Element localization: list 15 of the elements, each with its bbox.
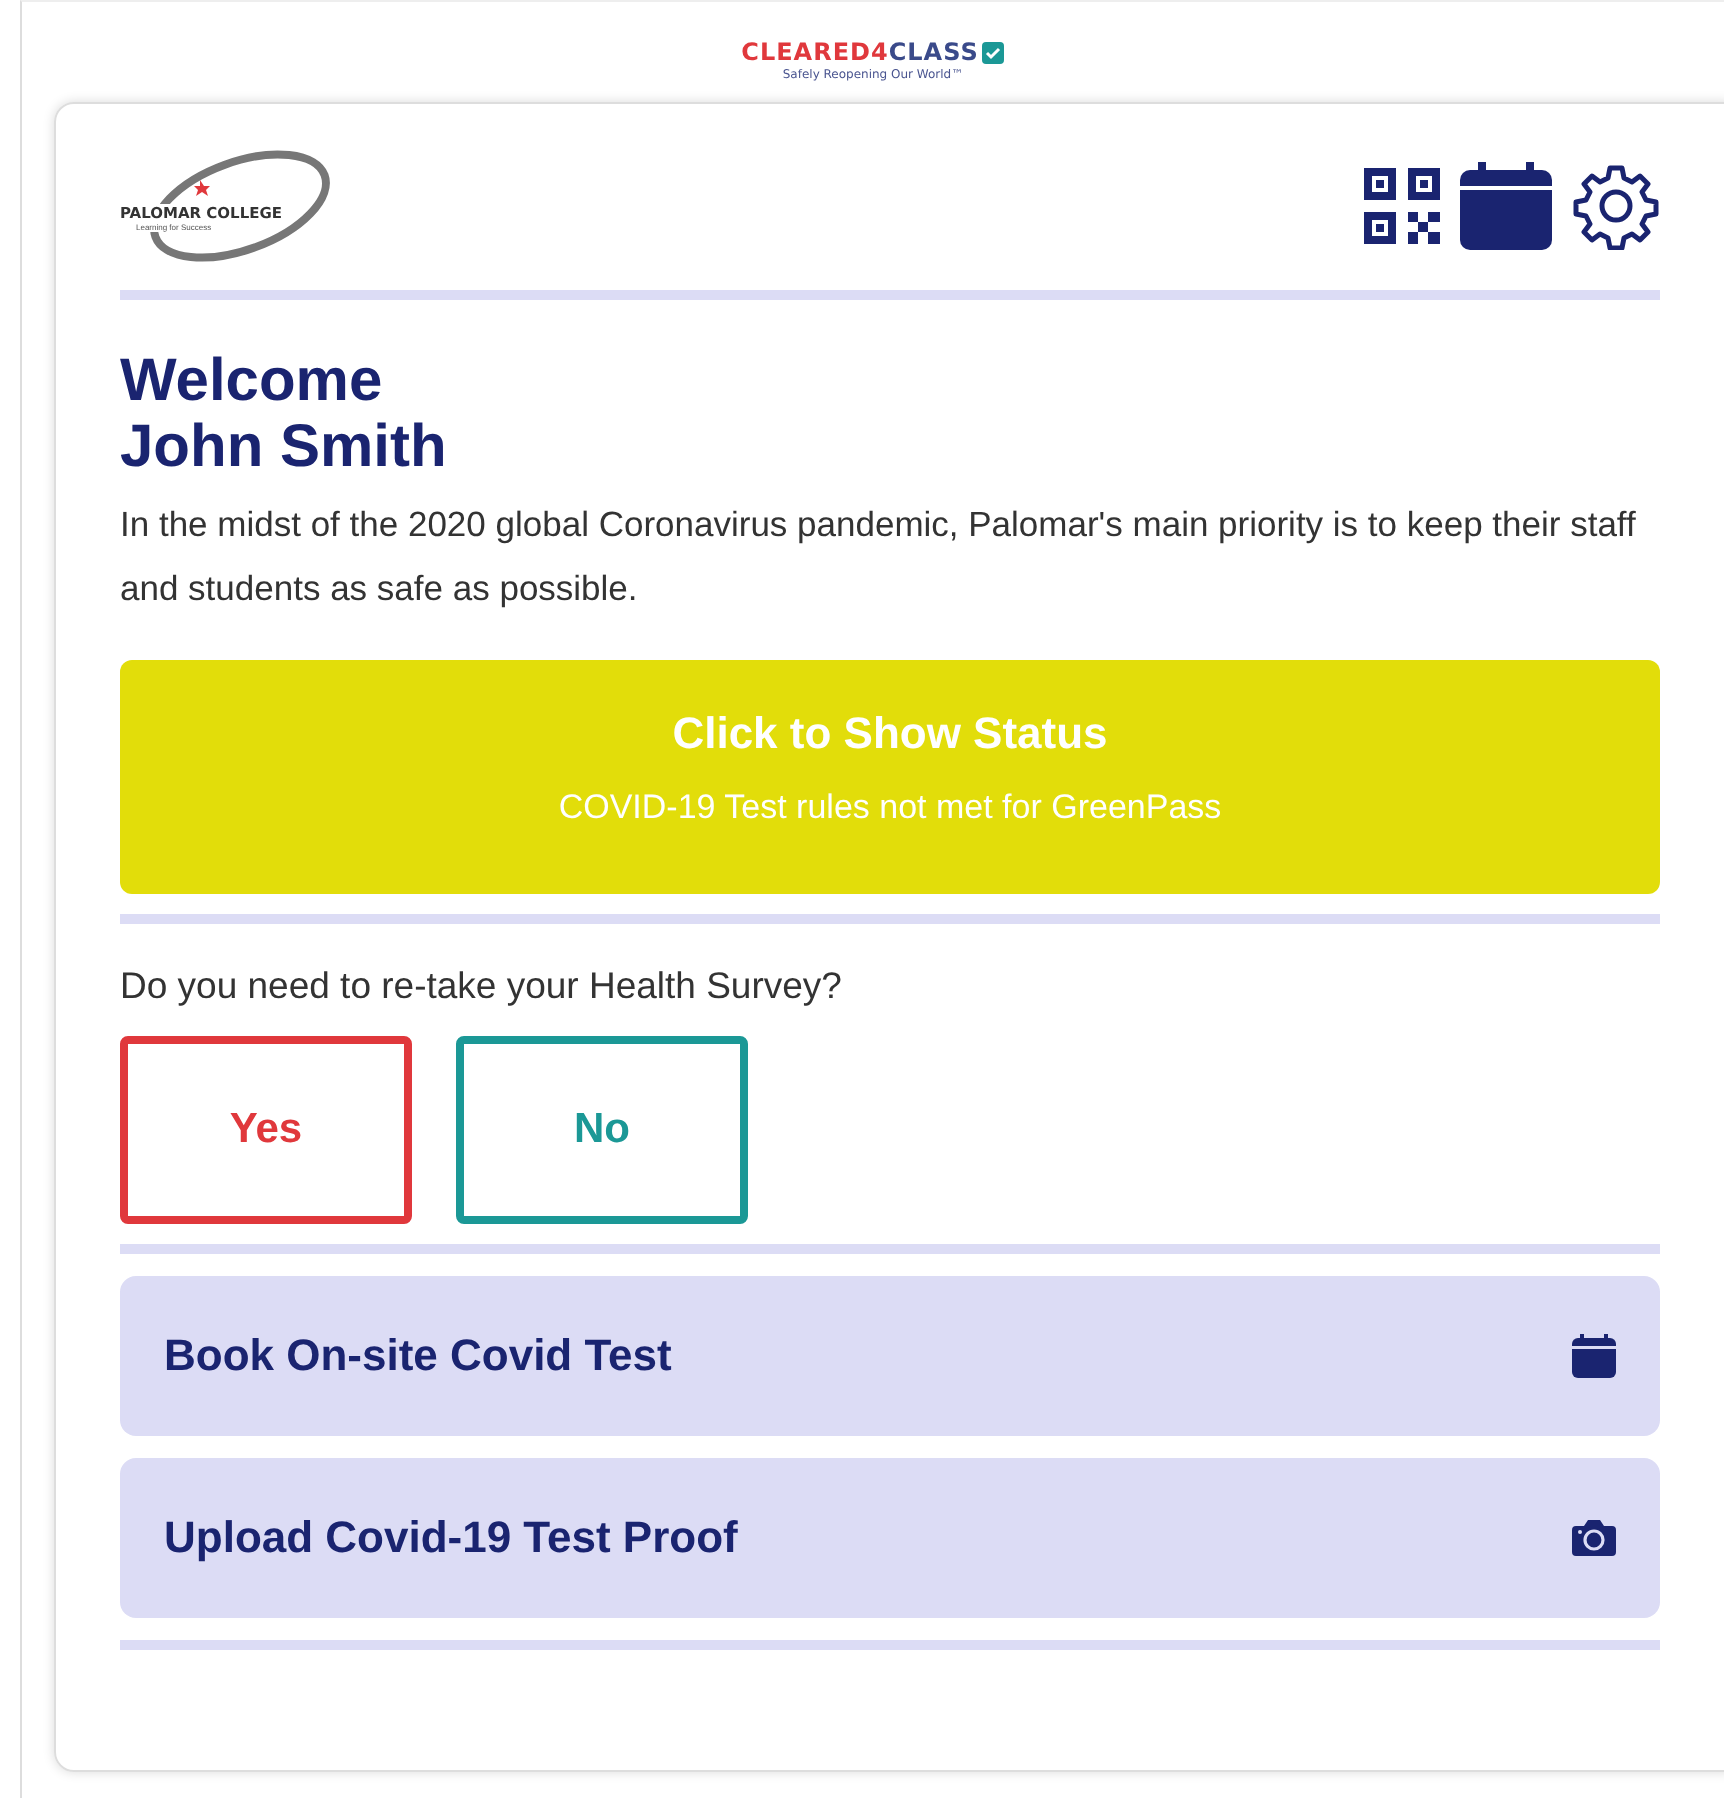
camera-icon bbox=[1572, 1520, 1616, 1556]
calendar-icon[interactable] bbox=[1460, 161, 1552, 249]
check-icon bbox=[982, 41, 1005, 63]
welcome-heading: Welcome bbox=[120, 348, 383, 414]
user-name: John Smith bbox=[120, 414, 447, 480]
answer-button[interactable]: Yes bbox=[120, 1036, 412, 1224]
brand-name: CLEARED4CLASS bbox=[741, 38, 979, 66]
answer-button[interactable]: No bbox=[456, 1036, 748, 1224]
intro-text: In the midst of the 2020 global Coronavirus pandemic, Palomar's main priority is to keep their staff and students as safe as possible. bbox=[120, 502, 1638, 612]
action-button[interactable]: Upload Covid-19 Test Proof bbox=[120, 1458, 1660, 1618]
survey-question: Do you need to re-take your Health Survey? bbox=[120, 964, 844, 1008]
action-button[interactable]: Book On-site Covid Test bbox=[120, 1276, 1660, 1436]
calendar-icon bbox=[1572, 1334, 1616, 1378]
settings-icon[interactable] bbox=[1572, 161, 1660, 249]
qr-code-icon[interactable] bbox=[1364, 167, 1440, 243]
